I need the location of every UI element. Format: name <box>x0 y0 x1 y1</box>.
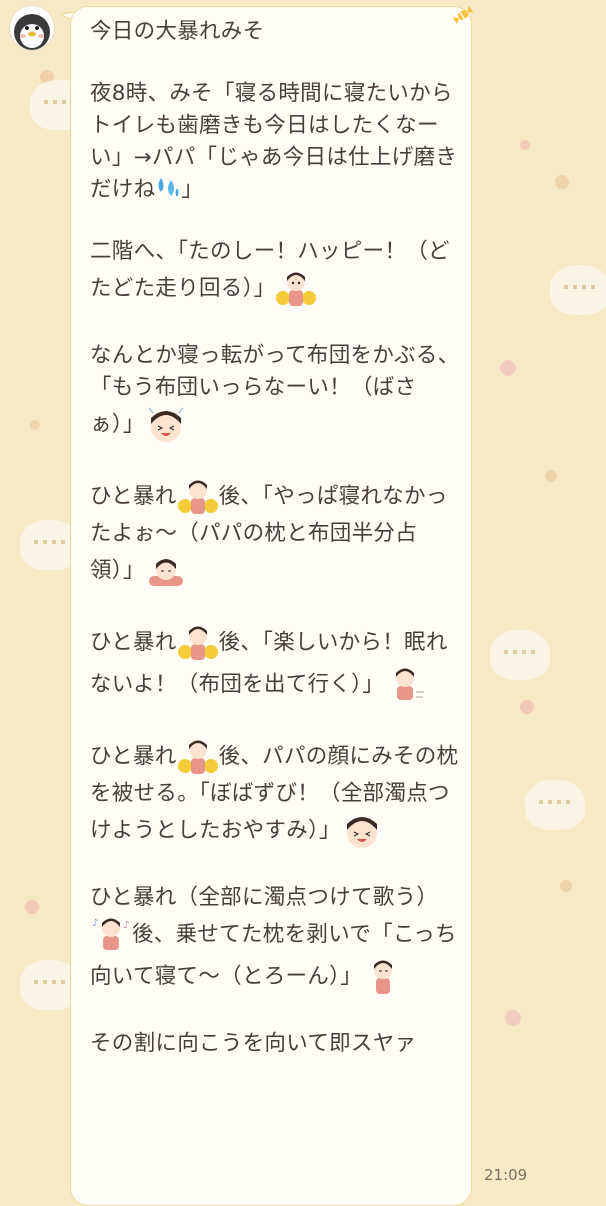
cheering-girl-sticker-icon <box>275 268 317 310</box>
cheering-girl-sticker-icon <box>177 736 219 778</box>
sender-avatar[interactable] <box>10 6 54 50</box>
penguin-avatar-icon <box>10 6 54 50</box>
onigiri-pattern-icon <box>550 265 606 315</box>
laughing-girl-sticker-icon <box>341 810 383 852</box>
cheering-girl-sticker-icon <box>177 476 219 518</box>
message-text: 今日の大暴れみそ 夜8時、みそ「寝る時間に寝たいからトイレも歯磨きも今日はしたく… <box>90 16 460 1090</box>
message-paragraph: ひと暴れ 後、「楽しいから！眠れないよ！（布団を出て行く）」 <box>90 622 460 706</box>
message-paragraph: ひと暴れ 後、「やっぱ寝れなかったよぉ〜（パパの枕と布団半分占領）」 <box>90 476 460 592</box>
svg-text:♪: ♪ <box>92 918 99 929</box>
onigiri-pattern-icon <box>490 630 550 680</box>
laughing-girl-sticker-icon <box>145 404 187 446</box>
message-paragraph: その割に向こうを向いて即スヤァ <box>90 1031 417 1056</box>
singing-girl-sticker-icon: ♪ ♪ <box>90 914 132 956</box>
svg-text:♪: ♪ <box>123 920 130 931</box>
message-paragraph: ひと暴れ 後、パパの顔にみその枕を被せる。「ぼばずび！（全部濁点つけようとしたおや… <box>90 736 460 852</box>
onigiri-pattern-icon <box>525 780 585 830</box>
message-paragraph: なんとか寝っ転がって布団をかぶる、「もう布団いっらなーい！（ばさぁ）」 <box>90 340 460 446</box>
message-paragraph: 二階へ、「たのしー！ハッピー！（どたどた走り回る）」 <box>90 236 460 310</box>
message-title: 今日の大暴れみそ <box>90 19 265 44</box>
running-girl-sticker-icon <box>384 664 426 706</box>
lying-girl-sticker-icon <box>145 550 187 592</box>
sleepy-girl-sticker-icon <box>362 956 404 998</box>
message-paragraph: ひと暴れ（全部に濁点つけて歌う） ♪ ♪ 後、乗せてた枕を剥いで「こっち向いて寝て〜（… <box>90 882 460 998</box>
message-timestamp: 21:09 <box>484 1166 528 1184</box>
message-paragraph: 夜8時、みそ「寝る時間に寝たいからトイレも歯磨きも今日はしたくなーい」→パパ「じ… <box>90 81 458 202</box>
cheering-girl-sticker-icon <box>177 622 219 664</box>
sweat-drops-icon <box>158 178 179 197</box>
